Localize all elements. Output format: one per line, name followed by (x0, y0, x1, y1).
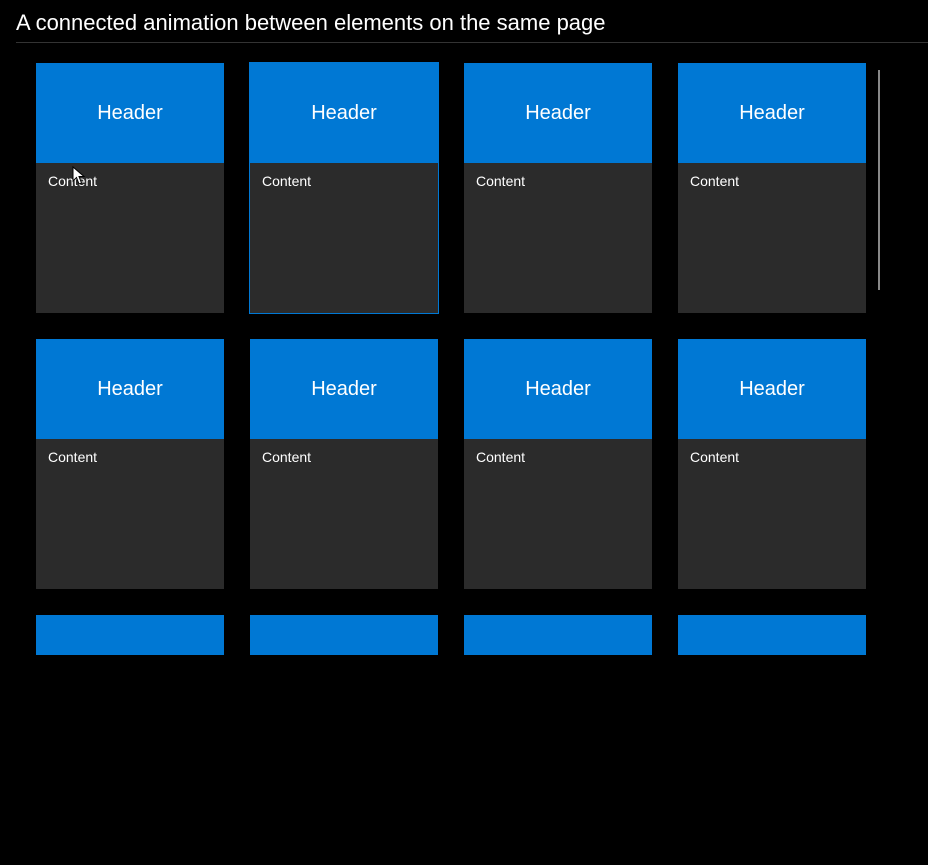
card-content: Content (464, 439, 652, 589)
card-content: Content (36, 439, 224, 589)
card-header: Header (250, 339, 438, 439)
card-content: Content (250, 439, 438, 589)
card-grid: Header Content Header Content Header Con… (36, 63, 876, 865)
card-content: Content (678, 163, 866, 313)
card-item[interactable] (678, 615, 866, 865)
card-item[interactable]: Header Content (250, 63, 438, 313)
card-item[interactable]: Header Content (36, 339, 224, 589)
card-item[interactable] (36, 615, 224, 865)
card-header (678, 615, 866, 655)
card-header (36, 615, 224, 655)
card-item[interactable]: Header Content (678, 339, 866, 589)
card-item[interactable] (464, 615, 652, 865)
card-item[interactable]: Header Content (464, 339, 652, 589)
card-item[interactable]: Header Content (678, 63, 866, 313)
card-header (250, 615, 438, 655)
grid-container: Header Content Header Content Header Con… (0, 43, 928, 865)
card-content: Content (464, 163, 652, 313)
card-content: Content (678, 439, 866, 589)
page-title: A connected animation between elements o… (0, 0, 928, 42)
card-header: Header (464, 339, 652, 439)
card-header: Header (250, 63, 438, 163)
card-item[interactable]: Header Content (464, 63, 652, 313)
card-header: Header (36, 339, 224, 439)
card-content: Content (36, 163, 224, 313)
card-content: Content (250, 163, 438, 313)
card-header: Header (36, 63, 224, 163)
card-header: Header (678, 339, 866, 439)
card-item[interactable]: Header Content (250, 339, 438, 589)
card-header: Header (464, 63, 652, 163)
card-header (464, 615, 652, 655)
card-item[interactable] (250, 615, 438, 865)
card-header: Header (678, 63, 866, 163)
card-item[interactable]: Header Content (36, 63, 224, 313)
scrollbar[interactable] (878, 70, 880, 290)
